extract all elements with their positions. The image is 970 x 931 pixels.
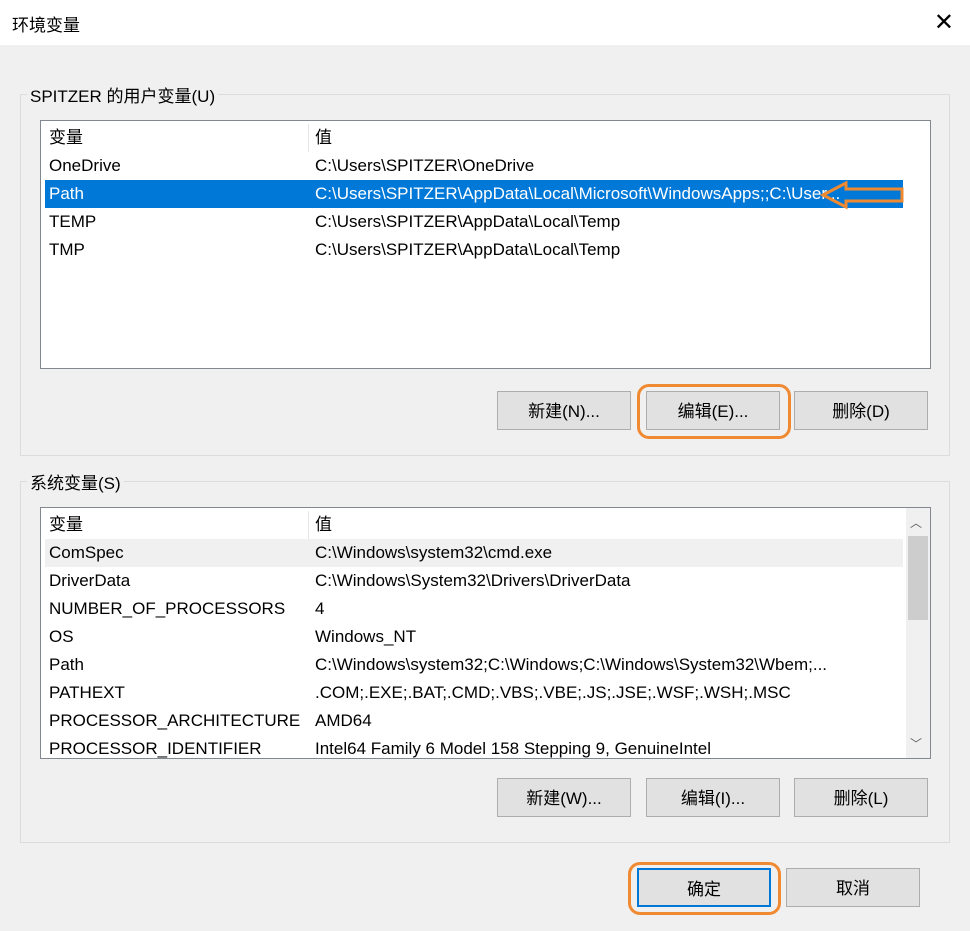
variable-name: PROCESSOR_ARCHITECTURE (49, 711, 301, 730)
arrow-annotation-icon (820, 180, 904, 210)
system-edit-button[interactable]: 编辑(I)... (646, 778, 780, 817)
user-delete-button[interactable]: 删除(D) (794, 391, 928, 430)
variable-value: Windows_NT (315, 627, 417, 646)
variable-name: Path (49, 655, 84, 674)
title-bar: 环境变量 ✕ (0, 0, 970, 45)
variable-value: C:\Users\SPITZER\AppData\Local\Temp (315, 240, 621, 259)
variable-name: TEMP (49, 212, 97, 231)
scrollbar-thumb[interactable] (908, 536, 928, 620)
system-new-button[interactable]: 新建(W)... (497, 778, 631, 817)
window-title: 环境变量 (12, 16, 80, 35)
table-row[interactable]: OneDrive C:\Users\SPITZER\OneDrive (45, 152, 903, 180)
system-variables-label: 系统变量(S) (27, 469, 124, 494)
close-icon[interactable]: ✕ (934, 8, 954, 37)
variable-name: NUMBER_OF_PROCESSORS (49, 599, 286, 618)
variable-name: OneDrive (49, 156, 121, 175)
list-header: 变量 值 (45, 124, 903, 152)
variable-value: .COM;.EXE;.BAT;.CMD;.VBS;.VBE;.JS;.JSE;.… (315, 683, 791, 702)
table-row[interactable]: NUMBER_OF_PROCESSORS 4 (45, 595, 903, 623)
table-row[interactable]: TEMP C:\Users\SPITZER\AppData\Local\Temp (45, 208, 903, 236)
table-row[interactable]: Path C:\Windows\system32;C:\Windows;C:\Wi… (45, 651, 903, 679)
table-row[interactable]: PROCESSOR_ARCHITECTURE AMD64 (45, 707, 903, 735)
variable-name: DriverData (49, 571, 131, 590)
header-value[interactable]: 值 (308, 124, 332, 152)
variable-value: C:\Windows\System32\Drivers\DriverData (315, 571, 631, 590)
variable-value: C:\Users\SPITZER\AppData\Local\Temp (315, 212, 621, 231)
system-variables-list[interactable]: 变量 值 ︿ ﹀ ComSpec C:\Windows\system32\cmd.… (40, 507, 931, 759)
table-row[interactable]: Path C:\Users\SPITZER\AppData\Local\Micro… (45, 180, 903, 208)
variable-value: C:\Windows\system32\cmd.exe (315, 543, 553, 562)
system-delete-button[interactable]: 删除(L) (794, 778, 928, 817)
variable-value: C:\Users\SPITZER\OneDrive (315, 156, 535, 175)
table-row[interactable]: DriverData C:\Windows\System32\Drivers\Dr… (45, 567, 903, 595)
edit-highlight (637, 384, 791, 439)
scrollbar[interactable]: ︿ ﹀ (906, 508, 930, 758)
variable-name: OS (49, 627, 74, 646)
user-variables-list[interactable]: 变量 值 OneDrive C:\Users\SPITZER\OneDrive Pa… (40, 120, 931, 369)
scroll-down-icon[interactable]: ﹀ (910, 735, 922, 752)
variable-value: C:\Windows\system32;C:\Windows;C:\Window… (315, 655, 828, 674)
variable-value: C:\Users\SPITZER\AppData\Local\Microsoft… (315, 184, 841, 203)
list-header: 变量 值 (45, 511, 903, 539)
ok-highlight (628, 862, 781, 915)
variable-name: ComSpec (49, 543, 124, 562)
table-row[interactable]: ComSpec C:\Windows\system32\cmd.exe (45, 539, 903, 567)
header-value[interactable]: 值 (308, 511, 332, 539)
header-variable[interactable]: 变量 (49, 124, 83, 152)
variable-name: PATHEXT (49, 683, 125, 702)
user-new-button[interactable]: 新建(N)... (497, 391, 631, 430)
table-row[interactable]: PROCESSOR_IDENTIFIER Intel64 Family 6 Mod… (45, 735, 903, 758)
table-row[interactable]: OS Windows_NT (45, 623, 903, 651)
variable-name: Path (49, 184, 84, 203)
variable-name: PROCESSOR_IDENTIFIER (49, 739, 262, 758)
header-variable[interactable]: 变量 (49, 511, 83, 539)
scroll-up-icon[interactable]: ︿ (910, 514, 922, 531)
variable-value: AMD64 (315, 711, 372, 730)
variable-name: TMP (49, 240, 85, 259)
user-variables-label: SPITZER 的用户变量(U) (27, 82, 219, 107)
cancel-button[interactable]: 取消 (786, 868, 920, 907)
table-row[interactable]: TMP C:\Users\SPITZER\AppData\Local\Temp (45, 236, 903, 264)
variable-value: Intel64 Family 6 Model 158 Stepping 9, G… (315, 739, 711, 758)
variable-value: 4 (315, 599, 325, 618)
table-row[interactable]: PATHEXT .COM;.EXE;.BAT;.CMD;.VBS;.VBE;.JS… (45, 679, 903, 707)
